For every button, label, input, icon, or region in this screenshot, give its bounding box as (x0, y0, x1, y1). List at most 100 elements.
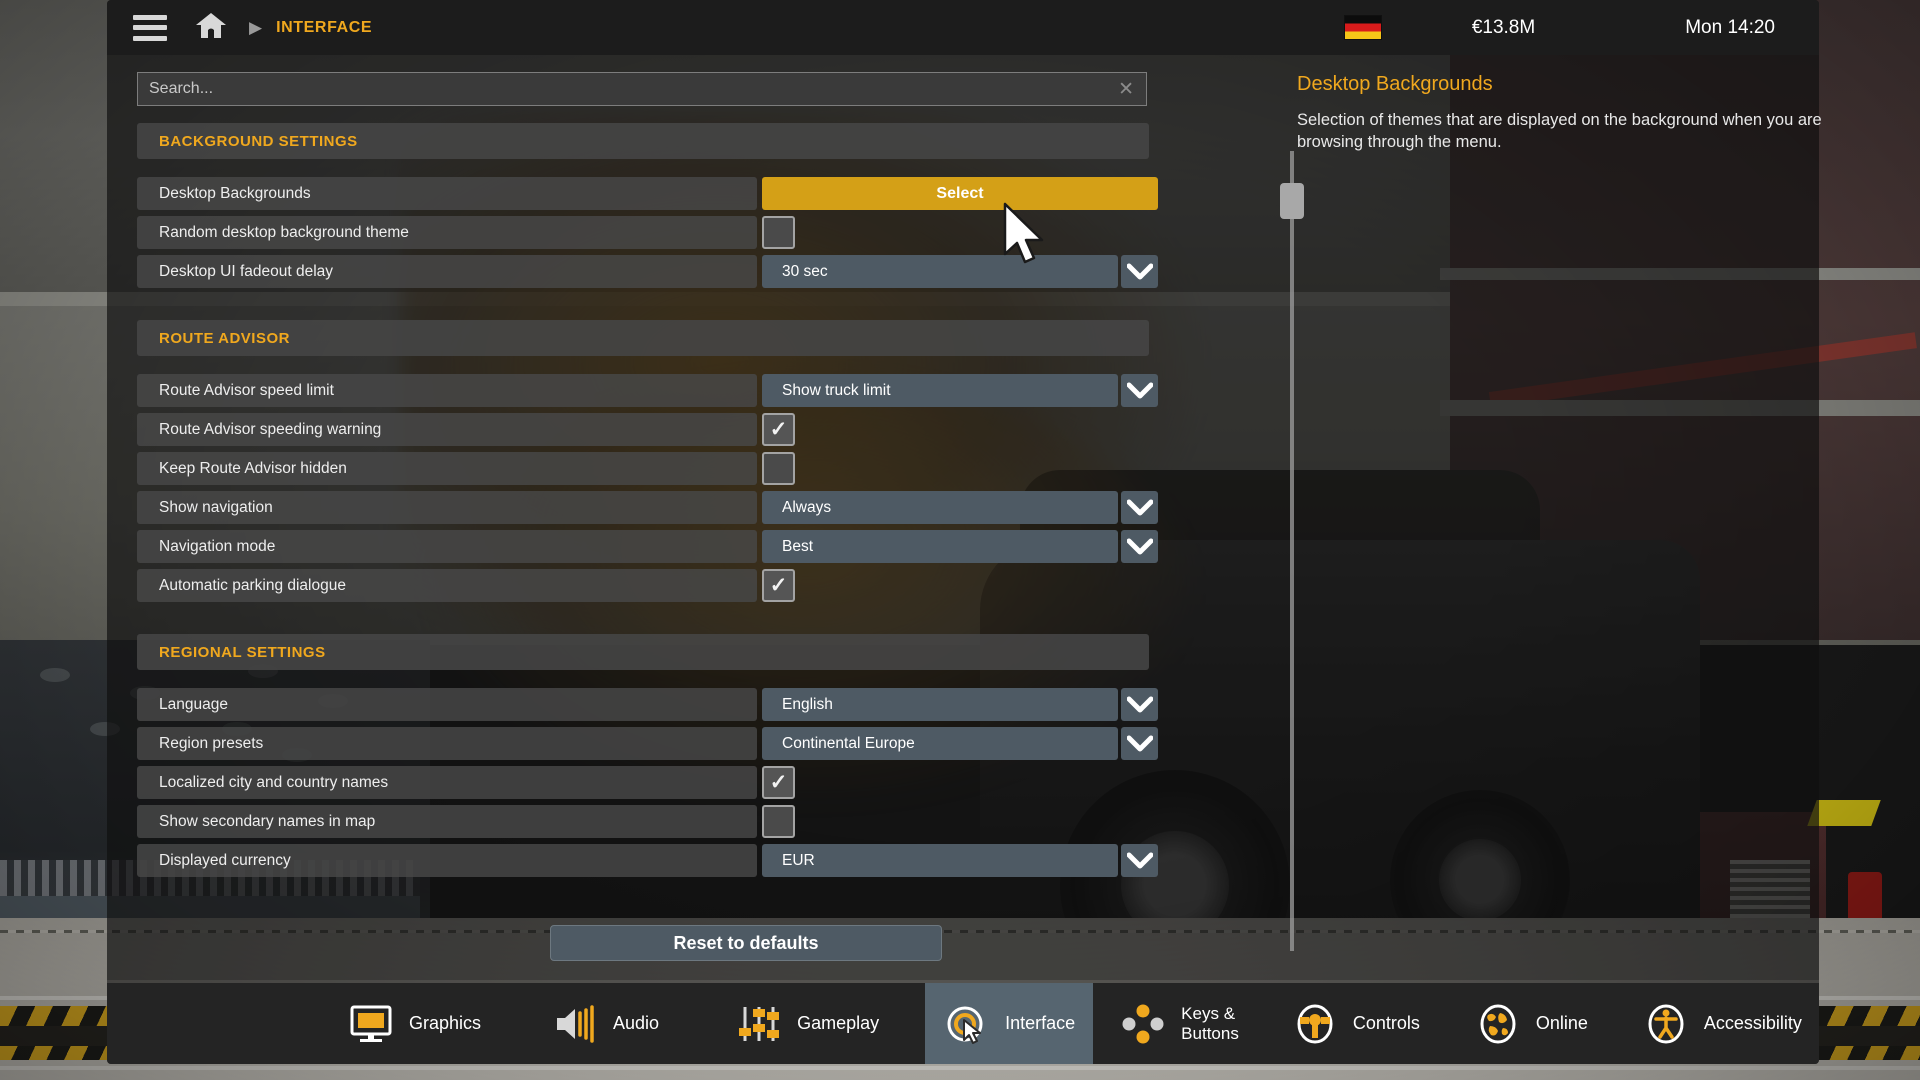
tab-label: Online (1535, 1013, 1588, 1034)
setting-row: Localized city and country names ✓ (137, 766, 1181, 799)
setting-checkbox[interactable] (762, 452, 795, 485)
money-display: €13.8M (1471, 16, 1536, 38)
setting-checkbox[interactable]: ✓ (762, 766, 795, 799)
info-panel-description: Selection of themes that are displayed o… (1297, 111, 1822, 151)
setting-dropdown[interactable]: EUR (762, 844, 1158, 877)
section-title: ROUTE ADVISOR (159, 329, 290, 347)
setting-checkbox[interactable]: ✓ (762, 413, 795, 446)
dropdown-value[interactable]: English (762, 688, 1118, 721)
dropdown-value-text: 30 sec (782, 262, 828, 280)
setting-label: Displayed currency (137, 844, 757, 877)
setting-control: 30 sec (762, 255, 1158, 288)
setting-row: Automatic parking dialogue ✓ (137, 569, 1181, 602)
setting-checkbox[interactable]: ✓ (762, 569, 795, 602)
setting-dropdown[interactable]: Best (762, 530, 1158, 563)
tab-label: Graphics (409, 1013, 482, 1034)
setting-label-text: Route Advisor speeding warning (159, 420, 382, 438)
settings-tab-bar: Graphics Audio Gameplay Interface Keys & But… (107, 983, 1819, 1064)
setting-control: ✓ (762, 766, 795, 799)
home-icon[interactable] (195, 11, 227, 44)
setting-label-text: Keep Route Advisor hidden (159, 459, 347, 477)
setting-dropdown[interactable]: Always (762, 491, 1158, 524)
dropdown-value[interactable]: 30 sec (762, 255, 1118, 288)
setting-label: Localized city and country names (137, 766, 757, 799)
cursor-target-icon (943, 1000, 991, 1048)
setting-control: EUR (762, 844, 1158, 877)
setting-label-text: Language (159, 695, 228, 713)
monitor-icon (347, 1000, 395, 1048)
setting-label: Random desktop background theme (137, 216, 757, 249)
setting-dropdown[interactable]: Continental Europe (762, 727, 1158, 760)
setting-control: Best (762, 530, 1158, 563)
chevron-down-icon[interactable] (1121, 530, 1158, 563)
settings-info-panel: Desktop Backgrounds Selection of themes … (1297, 55, 1822, 980)
setting-row: Show secondary names in map (137, 805, 1181, 838)
dropdown-value[interactable]: EUR (762, 844, 1118, 877)
dropdown-value-text: English (782, 695, 833, 713)
dropdown-value-text: EUR (782, 851, 815, 869)
setting-dropdown[interactable]: 30 sec (762, 255, 1158, 288)
setting-row: Route Advisor speeding warning ✓ (137, 413, 1181, 446)
chevron-down-icon[interactable] (1121, 491, 1158, 524)
setting-label-text: Desktop Backgrounds (159, 184, 311, 202)
check-icon: ✓ (769, 771, 788, 794)
setting-label: Keep Route Advisor hidden (137, 452, 757, 485)
setting-row: Random desktop background theme (137, 216, 1181, 249)
chevron-down-icon[interactable] (1121, 374, 1158, 407)
setting-control: Always (762, 491, 1158, 524)
breadcrumb[interactable]: INTERFACE (276, 19, 372, 37)
german-flag-icon (1343, 15, 1382, 40)
breadcrumb-chevron-icon: ▶ (249, 17, 263, 37)
dropdown-value[interactable]: Show truck limit (762, 374, 1118, 407)
setting-label: Route Advisor speed limit (137, 374, 757, 407)
settings-scroll-area[interactable]: BACKGROUND SETTINGS Desktop Backgrounds Se… (137, 123, 1181, 950)
chevron-down-icon[interactable] (1121, 727, 1158, 760)
search-input[interactable]: Search... ✕ (137, 72, 1147, 106)
setting-row: Keep Route Advisor hidden (137, 452, 1181, 485)
chevron-down-icon[interactable] (1121, 688, 1158, 721)
chevron-down-icon[interactable] (1121, 255, 1158, 288)
tab-interface[interactable]: Interface (925, 983, 1094, 1064)
chevron-down-icon[interactable] (1121, 844, 1158, 877)
tab-label: Keys & Buttons (1181, 1004, 1239, 1043)
tab-label: Controls (1352, 1013, 1420, 1034)
tab-audio[interactable]: Audio (533, 983, 677, 1064)
setting-control: Select (762, 177, 1158, 210)
setting-dropdown[interactable]: Show truck limit (762, 374, 1158, 407)
tab-controls[interactable]: Controls (1273, 983, 1438, 1064)
hamburger-icon[interactable] (133, 14, 167, 41)
search-placeholder: Search... (149, 80, 214, 97)
clock-display: Mon 14:20 (1685, 16, 1775, 38)
setting-checkbox[interactable] (762, 216, 795, 249)
options-menu-panel: ▶ INTERFACE €13.8M Mon 14:20 Search... ✕… (107, 0, 1822, 1064)
select-button[interactable]: Select (762, 177, 1158, 210)
dropdown-value[interactable]: Continental Europe (762, 727, 1118, 760)
setting-label: Navigation mode (137, 530, 757, 563)
reset-to-defaults-button[interactable]: Reset to defaults (550, 925, 942, 961)
setting-label: Desktop UI fadeout delay (137, 255, 757, 288)
dropdown-value[interactable]: Best (762, 530, 1118, 563)
tab-label: Accessibility (1703, 1013, 1802, 1034)
setting-control: Continental Europe (762, 727, 1158, 760)
tab-gameplay[interactable]: Gameplay (717, 983, 897, 1064)
info-panel-title: Desktop Backgrounds (1297, 73, 1493, 95)
tab-accessibility[interactable]: Accessibility (1624, 983, 1820, 1064)
setting-row: Show navigation Always (137, 491, 1181, 524)
setting-label: Route Advisor speeding warning (137, 413, 757, 446)
tab-label: Gameplay (797, 1013, 880, 1034)
dropdown-value-text: Best (782, 537, 814, 555)
tab-online[interactable]: Online (1456, 983, 1606, 1064)
setting-control: Show truck limit (762, 374, 1158, 407)
tab-keys-buttons[interactable]: Keys & Buttons (1101, 983, 1257, 1064)
section-title: BACKGROUND SETTINGS (159, 132, 358, 150)
setting-label-text: Random desktop background theme (159, 223, 409, 241)
tab-graphics[interactable]: Graphics (329, 983, 499, 1064)
dropdown-value[interactable]: Always (762, 491, 1118, 524)
setting-label: Language (137, 688, 757, 721)
sliders-icon (735, 1000, 783, 1048)
setting-dropdown[interactable]: English (762, 688, 1158, 721)
scrollbar-track[interactable] (1290, 151, 1294, 951)
close-icon[interactable]: ✕ (1118, 78, 1134, 101)
section-header: ROUTE ADVISOR (137, 320, 1149, 356)
setting-checkbox[interactable] (762, 805, 795, 838)
